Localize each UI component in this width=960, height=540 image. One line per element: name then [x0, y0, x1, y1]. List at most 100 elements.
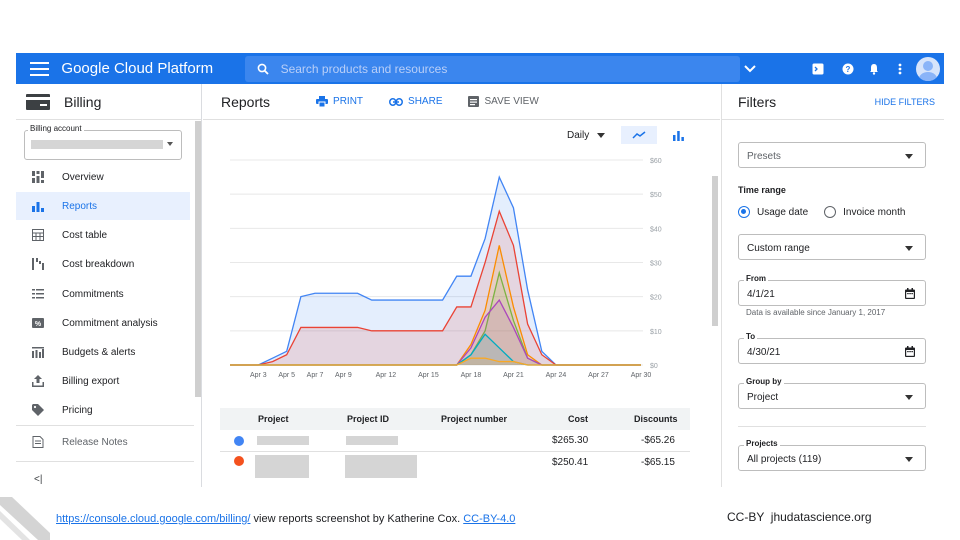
- calendar-icon[interactable]: [905, 346, 915, 357]
- breakdown-icon: [32, 258, 44, 270]
- save-view-label: SAVE VIEW: [484, 96, 539, 107]
- screenshot-credit: https://console.cloud.google.com/billing…: [56, 513, 515, 525]
- sidebar-item-budgets-alerts[interactable]: Budgets & alerts: [16, 338, 190, 366]
- to-value: 4/30/21: [747, 347, 781, 358]
- caret-down-icon: [905, 457, 913, 462]
- projects-select[interactable]: Projects All projects (119): [738, 439, 926, 471]
- notes-icon: [32, 436, 44, 448]
- y-tick-label: $30: [650, 261, 662, 268]
- from-date-field[interactable]: From 4/1/21: [738, 274, 926, 306]
- granularity-select[interactable]: Daily: [567, 129, 606, 141]
- sidebar-item-pricing[interactable]: Pricing: [16, 396, 190, 424]
- to-date-field[interactable]: To 4/30/21: [738, 332, 926, 364]
- sidebar-scrollbar[interactable]: [195, 121, 201, 397]
- column-header-discounts[interactable]: Discounts: [634, 414, 678, 424]
- usage-date-radio[interactable]: [738, 206, 750, 218]
- billing-account-select[interactable]: Billing account: [24, 124, 182, 160]
- sidebar-item-label: Budgets & alerts: [62, 346, 136, 358]
- save-view-button[interactable]: SAVE VIEW: [468, 96, 539, 107]
- project-id-redacted: [346, 436, 398, 445]
- invoice-month-radio[interactable]: [824, 206, 837, 218]
- chevron-down-icon[interactable]: [740, 59, 760, 79]
- bar-chart-icon: [32, 200, 44, 212]
- main-scrollbar[interactable]: [712, 176, 718, 326]
- sidebar-item-cost-table[interactable]: Cost table: [16, 221, 190, 249]
- menu-icon[interactable]: [30, 61, 50, 76]
- help-icon[interactable]: ?: [838, 59, 858, 79]
- series-color-dot: [234, 436, 244, 446]
- y-tick-label: $50: [650, 192, 662, 199]
- x-tick-label: Apr 7: [307, 372, 324, 379]
- sidebar-item-release-notes[interactable]: Release Notes: [16, 428, 190, 456]
- sidebar-item-commitments[interactable]: Commitments: [16, 280, 190, 308]
- sidebar-item-label: Commitment analysis: [62, 317, 158, 329]
- terminal-icon[interactable]: [808, 59, 828, 79]
- calendar-icon[interactable]: [905, 288, 915, 299]
- project-name-redacted: [255, 455, 309, 478]
- percent-icon: %: [32, 317, 44, 329]
- sidebar-item-overview[interactable]: Overview: [16, 163, 190, 191]
- invoice-month-label[interactable]: Invoice month: [843, 207, 905, 218]
- to-label: To: [744, 332, 758, 341]
- page-title: Reports: [221, 93, 271, 110]
- billing-account-label: Billing account: [28, 124, 84, 133]
- hide-filters-button[interactable]: HIDE FILTERS: [875, 97, 935, 107]
- range-value: Custom range: [747, 243, 810, 254]
- line-chart-toggle[interactable]: [621, 126, 658, 144]
- cost-cell: $265.30: [552, 435, 589, 446]
- x-tick-label: Apr 18: [461, 372, 482, 379]
- group-by-select[interactable]: Group by Project: [738, 377, 926, 409]
- sidebar-item-commitment-analysis[interactable]: % Commitment analysis: [16, 309, 190, 337]
- y-tick-label: $40: [650, 226, 662, 233]
- x-tick-label: Apr 24: [546, 372, 567, 379]
- print-icon: [316, 96, 329, 107]
- license-link[interactable]: CC-BY-4.0: [463, 513, 515, 525]
- cost-cell: $250.41: [552, 457, 589, 468]
- collapse-sidebar-icon[interactable]: <|: [34, 474, 42, 485]
- discount-cell: -$65.26: [641, 435, 675, 446]
- presets-placeholder: Presets: [747, 151, 781, 162]
- sidebar-item-cost-breakdown[interactable]: Cost breakdown: [16, 250, 190, 278]
- discount-cell: -$65.15: [641, 457, 675, 468]
- sidebar-item-billing-export[interactable]: Billing export: [16, 367, 190, 395]
- granularity-value: Daily: [567, 129, 590, 141]
- y-tick-label: $60: [650, 158, 662, 165]
- billing-url-link[interactable]: https://console.cloud.google.com/billing…: [56, 513, 250, 525]
- account-name-redacted: [31, 140, 163, 149]
- data-availability-note: Data is available since January 1, 2017: [746, 308, 886, 317]
- from-value: 4/1/21: [747, 289, 775, 300]
- top-bar: Google Cloud Platform ?: [16, 53, 944, 84]
- column-header-project-id[interactable]: Project ID: [347, 414, 389, 424]
- caret-down-icon: [597, 132, 606, 138]
- column-header-project-number[interactable]: Project number: [441, 414, 507, 424]
- bell-icon[interactable]: [864, 59, 884, 79]
- sidebar-item-label: Pricing: [62, 404, 93, 416]
- search-icon: [257, 63, 269, 75]
- share-button[interactable]: SHARE: [389, 96, 442, 107]
- project-cost-table: Project Project ID Project number Cost D…: [220, 408, 690, 482]
- column-header-cost[interactable]: Cost: [568, 414, 588, 424]
- share-label: SHARE: [408, 96, 443, 107]
- search-bar[interactable]: [244, 55, 740, 82]
- line-chart-icon: [632, 131, 646, 139]
- budget-icon: [32, 346, 44, 358]
- more-vert-icon[interactable]: [890, 59, 910, 79]
- print-label: PRINT: [333, 96, 364, 107]
- table-row[interactable]: $265.30 -$65.26: [220, 430, 690, 452]
- search-input[interactable]: [280, 61, 721, 76]
- filters-panel: Filters HIDE FILTERS Presets Time range …: [721, 84, 944, 487]
- table-row[interactable]: $250.41 -$65.15: [220, 452, 690, 482]
- x-tick-label: Apr 5: [278, 372, 295, 379]
- avatar[interactable]: [916, 56, 940, 81]
- brand-title[interactable]: Google Cloud Platform: [61, 60, 226, 77]
- column-header-project[interactable]: Project: [258, 414, 289, 424]
- from-label: From: [744, 274, 768, 283]
- bar-chart-toggle[interactable]: [669, 126, 687, 144]
- presets-select[interactable]: Presets: [738, 142, 926, 168]
- series-color-dot: [234, 456, 244, 466]
- print-button[interactable]: PRINT: [316, 96, 363, 107]
- range-select[interactable]: Custom range: [738, 234, 926, 260]
- sidebar-item-reports[interactable]: Reports: [16, 192, 190, 220]
- filters-title: Filters: [738, 93, 777, 110]
- usage-date-label[interactable]: Usage date: [757, 207, 808, 218]
